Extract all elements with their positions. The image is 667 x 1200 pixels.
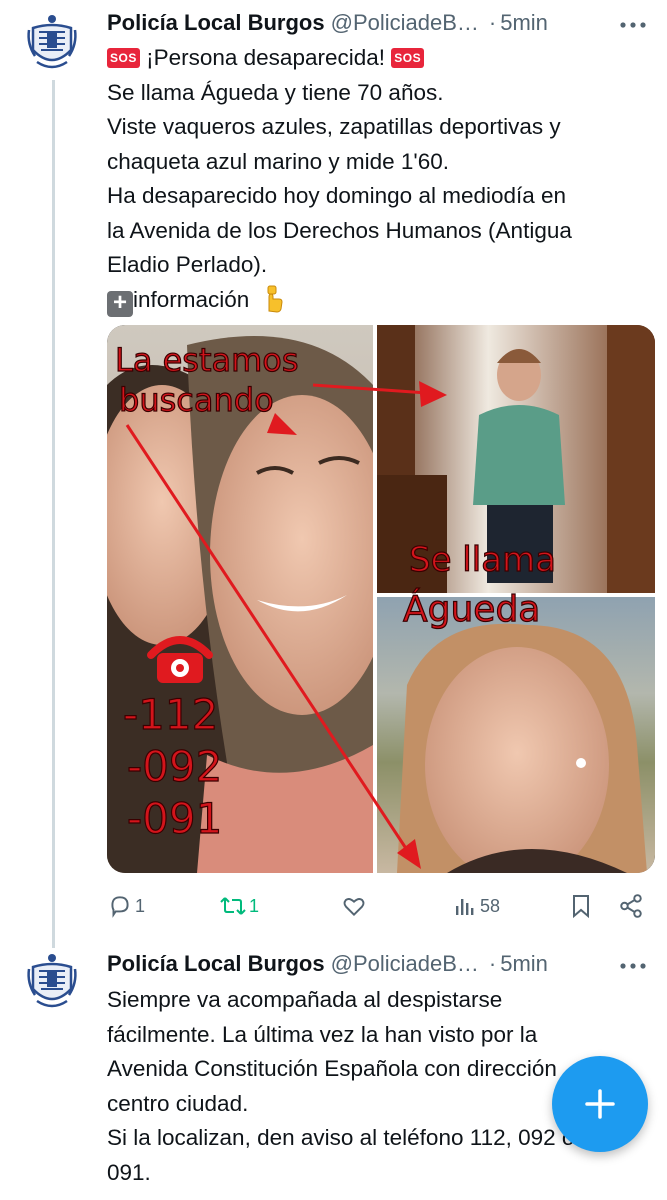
tweet-header: Policía Local Burgos @PoliciadeB… · 5min xyxy=(107,949,647,979)
pointing-down-icon xyxy=(267,285,283,313)
author-name[interactable]: Policía Local Burgos xyxy=(107,10,325,36)
tweet-line: 091. xyxy=(107,1159,151,1185)
more-icon[interactable] xyxy=(619,950,647,978)
plus-emoji-icon: + xyxy=(107,290,133,317)
thread-connector xyxy=(52,80,55,948)
reply-icon xyxy=(111,896,129,918)
heart-icon xyxy=(343,898,365,917)
like-button[interactable] xyxy=(341,888,367,924)
retweet-icon xyxy=(220,897,246,915)
tweet-timestamp[interactable]: 5min xyxy=(500,951,548,977)
tweet-line: Ha desaparecido hoy domingo al mediodía … xyxy=(107,183,567,208)
tweet-line: Siempre va acompañada al despistarse xyxy=(107,987,503,1012)
tweet-info-line: + información xyxy=(107,283,655,318)
retweet-count: 1 xyxy=(249,895,260,916)
phone-number: -091 xyxy=(127,794,222,843)
author-handle[interactable]: @PoliciadeB… xyxy=(331,951,479,977)
sos-emoji-icon: SOS xyxy=(107,48,140,68)
separator-dot: · xyxy=(488,951,497,976)
tweet-text: SOS ¡Persona desaparecida! SOS Se llama … xyxy=(107,41,655,317)
reply-count: 1 xyxy=(135,895,146,916)
info-label: información xyxy=(133,286,250,312)
share-button[interactable] xyxy=(618,888,644,924)
author-handle[interactable]: @PoliciadeB… xyxy=(331,10,479,36)
phone-number: -112 xyxy=(123,690,218,739)
analytics-icon xyxy=(456,899,474,915)
retweet-button[interactable]: 1 xyxy=(219,888,259,924)
bookmark-icon xyxy=(573,895,589,919)
police-badge-icon xyxy=(27,954,77,1008)
overlay-text: buscando xyxy=(119,381,274,419)
tweet-line: Se llama Águeda y tiene 70 años. xyxy=(107,79,444,105)
tweet-actions: 1 1 58 xyxy=(107,888,647,924)
tweet-line: chaqueta azul marino y mide 1'60. xyxy=(107,148,449,174)
overlay-text: Águeda xyxy=(403,588,540,630)
view-count: 58 xyxy=(480,895,501,916)
tweet-title-line: SOS ¡Persona desaparecida! SOS xyxy=(107,41,655,76)
author-name[interactable]: Policía Local Burgos xyxy=(107,951,325,977)
phone-number: -092 xyxy=(127,742,222,791)
tweet-line: Viste vaqueros azules, zapatillas deport… xyxy=(107,114,561,139)
overlay-text: La estamos xyxy=(115,341,299,379)
bookmark-button[interactable] xyxy=(569,888,593,924)
tweet-1[interactable]: Policía Local Burgos @PoliciadeB… · 5min… xyxy=(0,0,667,935)
overlay-text: Se llama xyxy=(409,540,556,580)
reply-button[interactable]: 1 xyxy=(107,888,145,924)
plus-icon xyxy=(585,1089,615,1119)
tweet-timestamp[interactable]: 5min xyxy=(500,10,548,36)
tweet-title: ¡Persona desaparecida! xyxy=(146,45,386,70)
views-button[interactable]: 58 xyxy=(453,888,500,924)
tweet-header: Policía Local Burgos @PoliciadeB… · 5min xyxy=(107,8,647,38)
tweet-line: la Avenida de los Derechos Humanos (Anti… xyxy=(107,217,572,243)
more-icon[interactable] xyxy=(619,9,647,37)
tweet-line: fácilmente. La última vez la han visto p… xyxy=(107,1021,538,1047)
author-avatar[interactable] xyxy=(24,949,80,1011)
tweet-image[interactable]: La estamos buscando Se llama Águeda -112… xyxy=(107,325,655,873)
sos-emoji-icon: SOS xyxy=(391,48,425,68)
compose-button[interactable] xyxy=(552,1056,648,1152)
police-badge-icon xyxy=(27,15,77,69)
author-avatar[interactable] xyxy=(24,10,80,72)
share-icon xyxy=(620,894,642,918)
tweet-line: Eladio Perlado). xyxy=(107,252,268,277)
separator-dot: · xyxy=(488,10,497,35)
missing-person-collage: La estamos buscando Se llama Águeda -112… xyxy=(107,325,655,873)
